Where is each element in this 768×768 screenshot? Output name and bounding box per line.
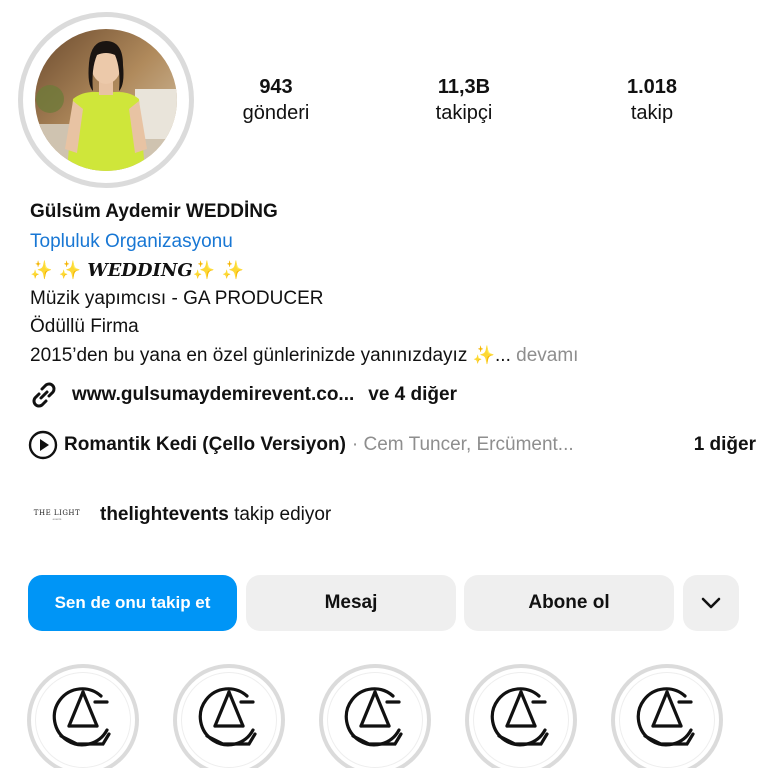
profile-link-url[interactable]: www.gulsumaydemirevent.co... xyxy=(72,384,354,406)
song-artist: · Cem Tuncer, Ercüment... xyxy=(351,434,574,455)
profile-photo xyxy=(35,29,177,171)
ga-logo-icon xyxy=(636,687,695,747)
story-highlight[interactable] xyxy=(465,664,577,768)
stat-posts[interactable]: 943 gönderi xyxy=(206,74,346,126)
bio-music-line: Müzik yapımcısı - GA PRODUCER xyxy=(30,288,324,309)
stat-posts-label: gönderi xyxy=(242,102,310,124)
profile-music-row[interactable]: Romantik Kedi (Çello Versiyon) · Cem Tun… xyxy=(28,429,756,461)
sparkle-icon: ✨ ✨ xyxy=(30,260,88,281)
followed-by-text: thelightevents takip ediyor xyxy=(100,504,331,526)
stat-following-label: takip xyxy=(630,102,674,124)
story-highlight[interactable] xyxy=(27,664,139,768)
profile-link-row[interactable]: www.gulsumaydemirevent.co... ve 4 diğer xyxy=(28,378,457,412)
story-highlight[interactable] xyxy=(611,664,723,768)
story-highlight[interactable] xyxy=(319,664,431,768)
sparkle-icon: ✨ ✨ xyxy=(192,260,244,281)
sparkle-icon: ✨ xyxy=(472,345,496,366)
story-highlight-cover xyxy=(619,672,715,768)
avatar[interactable] xyxy=(35,29,177,171)
message-button[interactable]: Mesaj xyxy=(246,575,456,631)
profile-stats: 943 gönderi 11,3B takipçi 1.018 takip xyxy=(200,74,760,134)
bio-since-text: 2015’den bu yana en özel günlerinizde ya… xyxy=(30,345,473,366)
followed-by-suffix: takip ediyor xyxy=(228,504,332,525)
profile-link-extra[interactable]: ve 4 diğer xyxy=(368,384,457,406)
profile-name: Gülsüm Aydemir WEDDİNG xyxy=(30,201,278,222)
bio-wedding-text: WEDDING xyxy=(87,260,193,281)
followed-by-row[interactable]: THE LIGHT events thelightevents takip ed… xyxy=(30,500,331,530)
avatar-ring[interactable] xyxy=(18,12,194,188)
song-more[interactable]: 1 diğer xyxy=(694,434,756,456)
ga-logo-icon xyxy=(52,687,111,747)
stat-followers-label: takipçi xyxy=(435,102,493,124)
followed-by-logo-text: THE LIGHT xyxy=(33,509,81,517)
stat-following[interactable]: 1.018 takip xyxy=(582,74,722,126)
chevron-down-icon xyxy=(701,597,721,609)
story-highlight[interactable] xyxy=(173,664,285,768)
followed-by-avatar[interactable]: THE LIGHT events xyxy=(30,500,84,530)
bio-ellipsis: ... xyxy=(495,345,511,366)
story-highlight-cover xyxy=(327,672,423,768)
story-highlight-cover xyxy=(181,672,277,768)
bio-since-line: 2015’den bu yana en özel günlerinizde ya… xyxy=(30,343,578,369)
play-icon xyxy=(28,430,58,460)
ga-logo-icon xyxy=(198,687,257,747)
story-highlight-cover xyxy=(35,672,131,768)
subscribe-button[interactable]: Abone ol xyxy=(464,575,674,631)
link-icon xyxy=(32,382,56,408)
ga-logo-icon xyxy=(490,687,549,747)
stat-posts-value: 943 xyxy=(259,76,293,98)
song-title: Romantik Kedi (Çello Versiyon) xyxy=(64,434,346,455)
stat-following-value: 1.018 xyxy=(626,76,678,98)
bio-wedding-line: ✨ ✨ WEDDING✨ ✨ xyxy=(30,258,244,284)
story-highlight-cover xyxy=(473,672,569,768)
profile-category[interactable]: Topluluk Organizasyonu xyxy=(30,229,233,255)
stat-followers-value: 11,3B xyxy=(437,76,491,98)
bio-more-link[interactable]: devamı xyxy=(516,345,578,366)
followed-by-logo-sub: events xyxy=(52,517,62,521)
followed-by-username[interactable]: thelightevents xyxy=(100,504,229,525)
follow-button[interactable]: Sen de onu takip et xyxy=(28,575,237,631)
stat-followers[interactable]: 11,3B takipçi xyxy=(394,74,534,126)
ga-logo-icon xyxy=(344,687,403,747)
bio-award-line: Ödüllü Firma xyxy=(30,316,139,337)
more-options-button[interactable] xyxy=(683,575,739,631)
